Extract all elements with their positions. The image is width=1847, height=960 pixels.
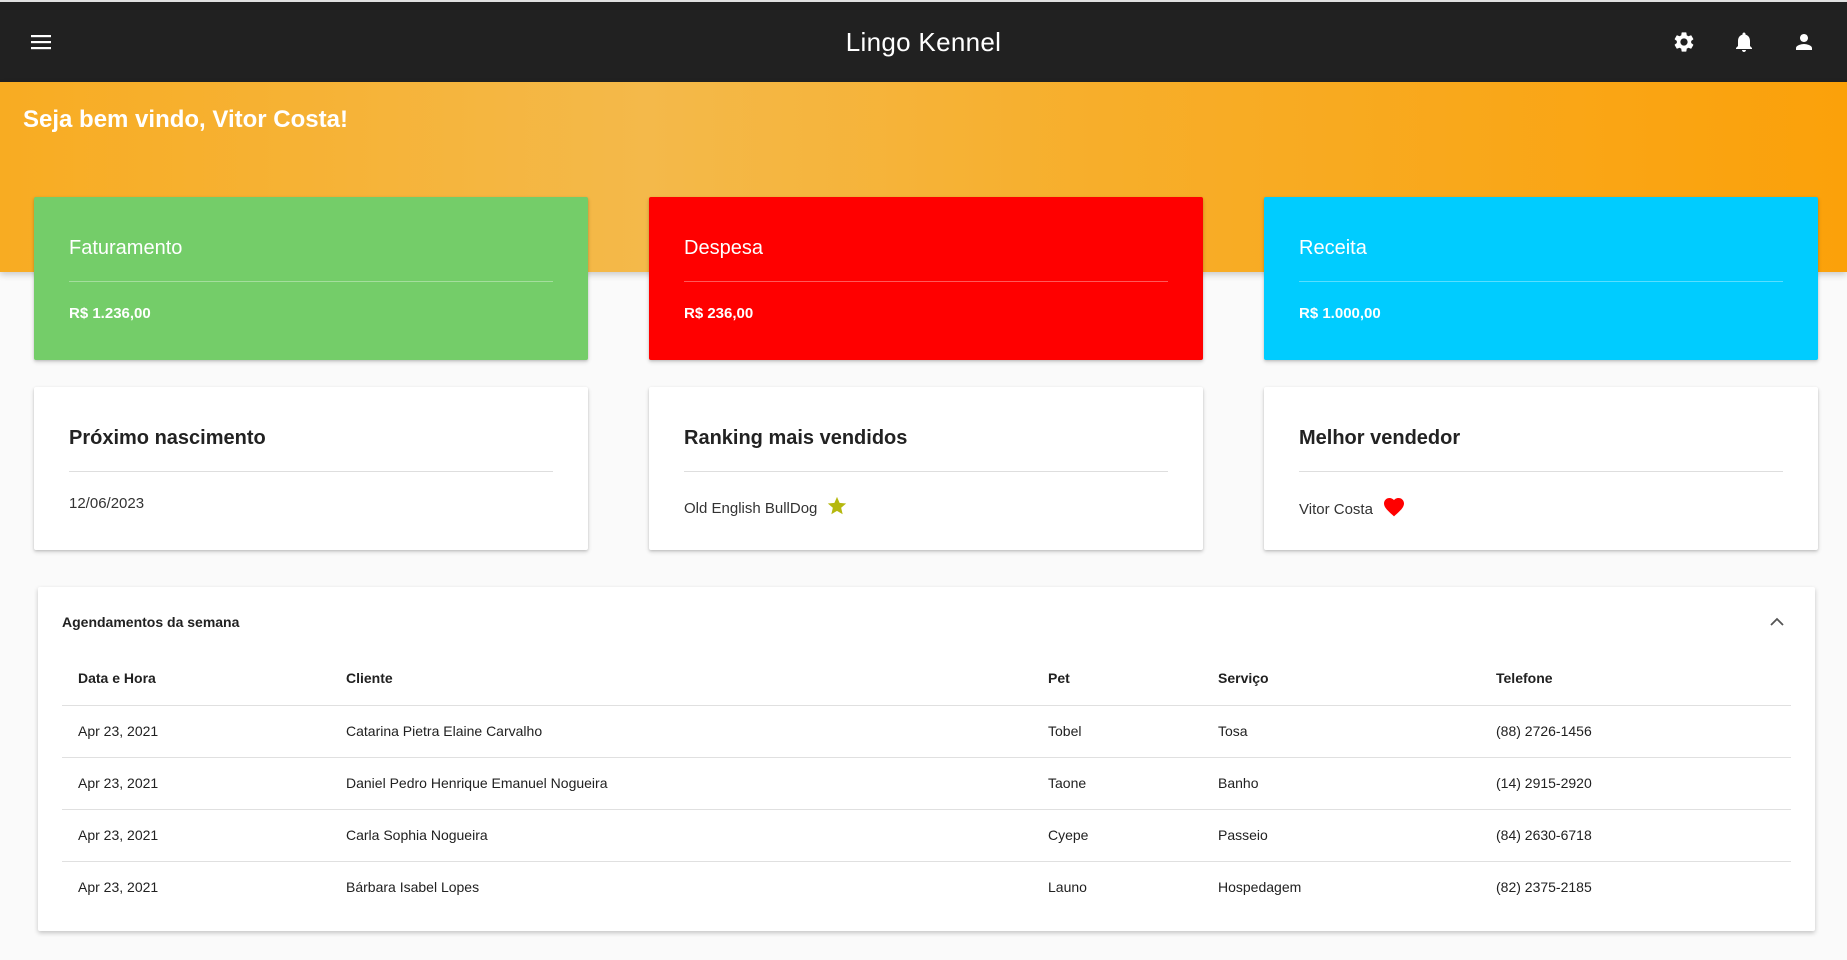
top-seller-breed: Old English BullDog — [684, 499, 818, 517]
best-seller-name: Vitor Costa — [1299, 500, 1373, 518]
cell-pet: Cyepe — [1032, 809, 1202, 862]
chevron-up-icon[interactable] — [1763, 608, 1791, 636]
cell-phone: (82) 2375-2185 — [1496, 879, 1592, 896]
cell-service: Passeio — [1202, 809, 1480, 862]
despesa-card: Despesa R$ 236,00 — [649, 197, 1203, 360]
card-title: Melhor vendedor — [1299, 427, 1461, 449]
cell-client: Bárbara Isabel Lopes — [346, 879, 480, 896]
cell-date: Apr 23, 2021 — [62, 705, 330, 758]
cell-pet: Tobel — [1032, 705, 1202, 758]
cell-pet: Launo — [1048, 879, 1087, 896]
proximo-nascimento-card: Próximo nascimento 12/06/2023 — [34, 387, 588, 550]
app-title: Lingo Kennel — [845, 26, 1002, 57]
user-icon[interactable] — [1783, 21, 1825, 63]
column-header-telefone[interactable]: Telefone — [1480, 651, 1791, 706]
star-icon — [826, 495, 848, 521]
table-row[interactable]: Apr 23, 2021 Daniel Pedro Henrique Emanu… — [62, 757, 1791, 810]
card-value: R$ 1.236,00 — [69, 305, 151, 322]
gear-icon[interactable] — [1663, 21, 1705, 63]
table-row[interactable]: Apr 23, 2021 Bárbara Isabel Lopes Launo … — [62, 861, 1791, 913]
cell-client: Carla Sophia Nogueira — [330, 809, 1032, 862]
card-value: Vitor Costa — [1299, 472, 1783, 523]
card-value: 12/06/2023 — [69, 472, 553, 512]
heart-icon — [1382, 495, 1406, 523]
column-header-data-hora[interactable]: Data e Hora — [62, 651, 330, 706]
schedule-panel-header[interactable]: Agendamentos da semana — [62, 587, 1791, 651]
cell-service: Tosa — [1202, 705, 1480, 758]
card-title: Despesa — [684, 237, 763, 259]
cell-date: Apr 23, 2021 — [62, 809, 330, 862]
card-value: Old English BullDog — [684, 472, 1168, 521]
card-title: Faturamento — [69, 237, 183, 259]
cell-client: Catarina Pietra Elaine Carvalho — [330, 705, 1032, 758]
cell-phone: (14) 2915-2920 — [1480, 757, 1791, 810]
next-birth-date: 12/06/2023 — [69, 495, 145, 512]
cell-phone: (84) 2630-6718 — [1480, 809, 1791, 862]
cell-client: Daniel Pedro Henrique Emanuel Nogueira — [330, 757, 1032, 810]
receita-card: Receita R$ 1.000,00 — [1264, 197, 1818, 360]
cell-date: Apr 23, 2021 — [78, 879, 159, 896]
card-title: Próximo nascimento — [69, 427, 266, 449]
panel-title: Agendamentos da semana — [62, 614, 240, 630]
welcome-message: Seja bem vindo, Vitor Costa! — [23, 106, 348, 133]
toolbar-actions — [1663, 21, 1825, 63]
column-header-servico[interactable]: Serviço — [1202, 651, 1480, 706]
card-value: R$ 236,00 — [684, 305, 754, 322]
menu-icon[interactable] — [22, 22, 62, 62]
bell-icon[interactable] — [1723, 21, 1765, 63]
card-title: Receita — [1299, 237, 1367, 259]
table-header-row: Data e Hora Cliente Pet Serviço Telefone — [62, 651, 1791, 706]
cell-date: Apr 23, 2021 — [62, 757, 330, 810]
table-row[interactable]: Apr 23, 2021 Carla Sophia Nogueira Cyepe… — [62, 809, 1791, 862]
schedule-table: Data e Hora Cliente Pet Serviço Telefone… — [62, 651, 1791, 913]
cell-service: Hospedagem — [1218, 879, 1302, 896]
melhor-vendedor-card: Melhor vendedor Vitor Costa — [1264, 387, 1818, 550]
cell-phone: (88) 2726-1456 — [1480, 705, 1791, 758]
card-title: Ranking mais vendidos — [684, 427, 908, 449]
ranking-card: Ranking mais vendidos Old English BullDo… — [649, 387, 1203, 550]
cell-service: Banho — [1202, 757, 1480, 810]
table-row[interactable]: Apr 23, 2021 Catarina Pietra Elaine Carv… — [62, 705, 1791, 758]
card-value: R$ 1.000,00 — [1299, 305, 1381, 322]
top-app-bar: Lingo Kennel — [0, 0, 1847, 82]
cell-pet: Taone — [1032, 757, 1202, 810]
schedule-panel: Agendamentos da semana Data e Hora Clien… — [38, 587, 1815, 931]
column-header-cliente[interactable]: Cliente — [330, 651, 1032, 706]
faturamento-card: Faturamento R$ 1.236,00 — [34, 197, 588, 360]
column-header-pet[interactable]: Pet — [1032, 651, 1202, 706]
